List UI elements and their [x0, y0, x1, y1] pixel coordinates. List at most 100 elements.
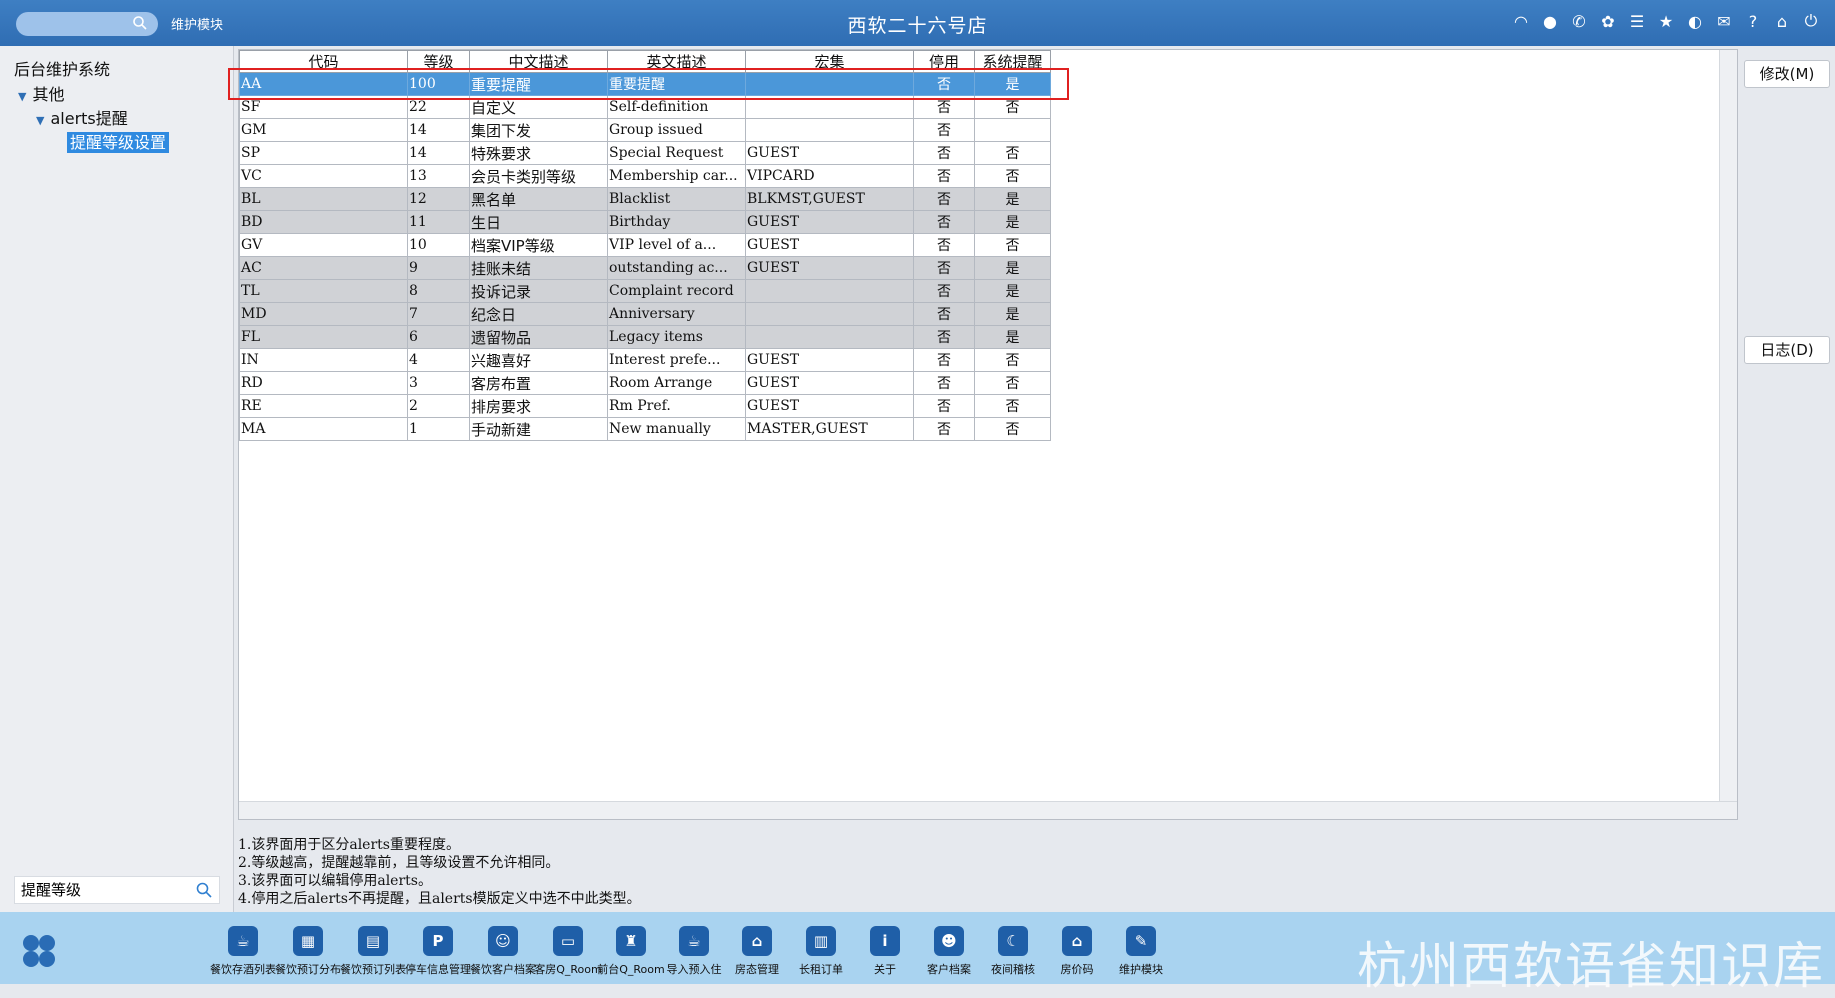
cell-system-alert[interactable]: [974, 118, 1051, 142]
cell-system-alert[interactable]: 否: [974, 233, 1051, 257]
search-icon[interactable]: [195, 881, 213, 899]
cell-level[interactable]: 2: [407, 394, 470, 418]
cell-code[interactable]: BD: [239, 210, 408, 234]
cell-cn-desc[interactable]: 特殊要求: [469, 141, 608, 165]
dock-item-icon[interactable]: ♜: [616, 926, 646, 956]
cell-macro[interactable]: GUEST: [745, 256, 914, 280]
cell-en-desc[interactable]: Blacklist: [607, 187, 746, 211]
cell-macro[interactable]: VIPCARD: [745, 164, 914, 188]
cell-macro[interactable]: GUEST: [745, 141, 914, 165]
contrast-icon[interactable]: ◐: [1685, 11, 1705, 31]
tree-node-alerts[interactable]: ▼ alerts提醒: [36, 105, 128, 129]
dock-item-icon[interactable]: i: [870, 926, 900, 956]
cell-en-desc[interactable]: Legacy items: [607, 325, 746, 349]
log-button[interactable]: 日志(D): [1744, 336, 1830, 364]
cell-system-alert[interactable]: 是: [974, 279, 1051, 303]
cell-code[interactable]: GV: [239, 233, 408, 257]
dock-item[interactable]: ☺ 餐饮客户档案: [466, 926, 540, 977]
cell-level[interactable]: 7: [407, 302, 470, 326]
cell-en-desc[interactable]: Interest prefe...: [607, 348, 746, 372]
cell-level[interactable]: 11: [407, 210, 470, 234]
cell-cn-desc[interactable]: 会员卡类别等级: [469, 164, 608, 188]
table-row[interactable]: AC 9 挂账未结 outstanding ac... GUEST 否是: [239, 256, 1051, 280]
palette-icon[interactable]: ✿: [1598, 11, 1618, 31]
cell-code[interactable]: SP: [239, 141, 408, 165]
cell-en-desc[interactable]: outstanding ac...: [607, 256, 746, 280]
table-row[interactable]: MD 7 纪念日 Anniversary 否是: [239, 302, 1051, 326]
dock-item-icon[interactable]: ▭: [553, 926, 583, 956]
dock-item[interactable]: ✎ 维护模块: [1104, 926, 1178, 977]
cell-cn-desc[interactable]: 手动新建: [469, 417, 608, 441]
dock-item[interactable]: ⌂ 房态管理: [720, 926, 794, 977]
vertical-scrollbar[interactable]: [1719, 50, 1737, 819]
cell-en-desc[interactable]: Complaint record: [607, 279, 746, 303]
cell-system-alert[interactable]: 否: [974, 371, 1051, 395]
dock-item[interactable]: ▦ 餐饮预订分布: [271, 926, 345, 977]
cell-system-alert[interactable]: 否: [974, 417, 1051, 441]
cell-cn-desc[interactable]: 黑名单: [469, 187, 608, 211]
horizontal-scrollbar[interactable]: [239, 801, 1737, 819]
dock-item-icon[interactable]: P: [423, 926, 453, 956]
phone-icon[interactable]: ✆: [1569, 11, 1589, 31]
cell-system-alert[interactable]: 否: [974, 164, 1051, 188]
cell-disabled[interactable]: 否: [913, 302, 975, 326]
help-icon[interactable]: ?: [1743, 11, 1763, 31]
cell-code[interactable]: FL: [239, 325, 408, 349]
cell-disabled[interactable]: 否: [913, 164, 975, 188]
cell-code[interactable]: VC: [239, 164, 408, 188]
dock-item-icon[interactable]: ☻: [934, 926, 964, 956]
cell-macro[interactable]: GUEST: [745, 348, 914, 372]
dock-item[interactable]: ⌂ 房价码: [1040, 926, 1114, 977]
dock-item-icon[interactable]: ☺: [488, 926, 518, 956]
cell-en-desc[interactable]: Anniversary: [607, 302, 746, 326]
cell-level[interactable]: 6: [407, 325, 470, 349]
table-row[interactable]: IN 4 兴趣喜好 Interest prefe... GUEST 否否: [239, 348, 1051, 372]
table-row[interactable]: BD 11 生日 Birthday GUEST 否是: [239, 210, 1051, 234]
cell-en-desc[interactable]: VIP level of a...: [607, 233, 746, 257]
cell-macro[interactable]: GUEST: [745, 371, 914, 395]
cell-disabled[interactable]: 否: [913, 210, 975, 234]
cell-system-alert[interactable]: 否: [974, 348, 1051, 372]
star-icon[interactable]: ★: [1656, 11, 1676, 31]
cell-en-desc[interactable]: Birthday: [607, 210, 746, 234]
cell-macro[interactable]: [745, 325, 914, 349]
cell-disabled[interactable]: 否: [913, 371, 975, 395]
cell-system-alert[interactable]: 是: [974, 256, 1051, 280]
cell-cn-desc[interactable]: 客房布置: [469, 371, 608, 395]
home-icon[interactable]: ⌂: [1772, 11, 1792, 31]
cell-macro[interactable]: [745, 279, 914, 303]
cell-code[interactable]: RD: [239, 371, 408, 395]
cell-level[interactable]: 14: [407, 141, 470, 165]
cell-disabled[interactable]: 否: [913, 348, 975, 372]
cell-cn-desc[interactable]: 投诉记录: [469, 279, 608, 303]
dock-item[interactable]: ▥ 长租订单: [784, 926, 858, 977]
cell-en-desc[interactable]: Room Arrange: [607, 371, 746, 395]
dock-item-icon[interactable]: ▥: [806, 926, 836, 956]
table-row[interactable]: GM 14 集团下发 Group issued 否: [239, 118, 1051, 142]
table-row[interactable]: FL 6 遗留物品 Legacy items 否是: [239, 325, 1051, 349]
modify-button[interactable]: 修改(M): [1744, 60, 1830, 88]
cell-macro[interactable]: [745, 118, 914, 142]
cell-code[interactable]: MA: [239, 417, 408, 441]
table-row[interactable]: VC 13 会员卡类别等级 Membership car... VIPCARD 否否: [239, 164, 1051, 188]
table-row[interactable]: TL 8 投诉记录 Complaint record 否是: [239, 279, 1051, 303]
cell-macro[interactable]: MASTER,GUEST: [745, 417, 914, 441]
dock-item-icon[interactable]: ✎: [1126, 926, 1156, 956]
tree-node-alert-level-settings[interactable]: 提醒等级设置: [67, 129, 170, 153]
cell-disabled[interactable]: 否: [913, 279, 975, 303]
cell-en-desc[interactable]: Rm Pref.: [607, 394, 746, 418]
cell-disabled[interactable]: 否: [913, 417, 975, 441]
dock-item-icon[interactable]: ☕: [228, 926, 258, 956]
tree-root[interactable]: 后台维护系统: [14, 56, 110, 80]
cell-macro[interactable]: GUEST: [745, 210, 914, 234]
cell-en-desc[interactable]: Group issued: [607, 118, 746, 142]
cell-system-alert[interactable]: 否: [974, 141, 1051, 165]
cell-cn-desc[interactable]: 排房要求: [469, 394, 608, 418]
wifi-icon[interactable]: ◠: [1511, 11, 1531, 31]
cell-system-alert[interactable]: 是: [974, 187, 1051, 211]
cell-cn-desc[interactable]: 遗留物品: [469, 325, 608, 349]
cell-system-alert[interactable]: 否: [974, 394, 1051, 418]
cell-en-desc[interactable]: Membership car...: [607, 164, 746, 188]
dock-item-icon[interactable]: ⌂: [1062, 926, 1092, 956]
dock-item[interactable]: ☻ 客户档案: [912, 926, 986, 977]
